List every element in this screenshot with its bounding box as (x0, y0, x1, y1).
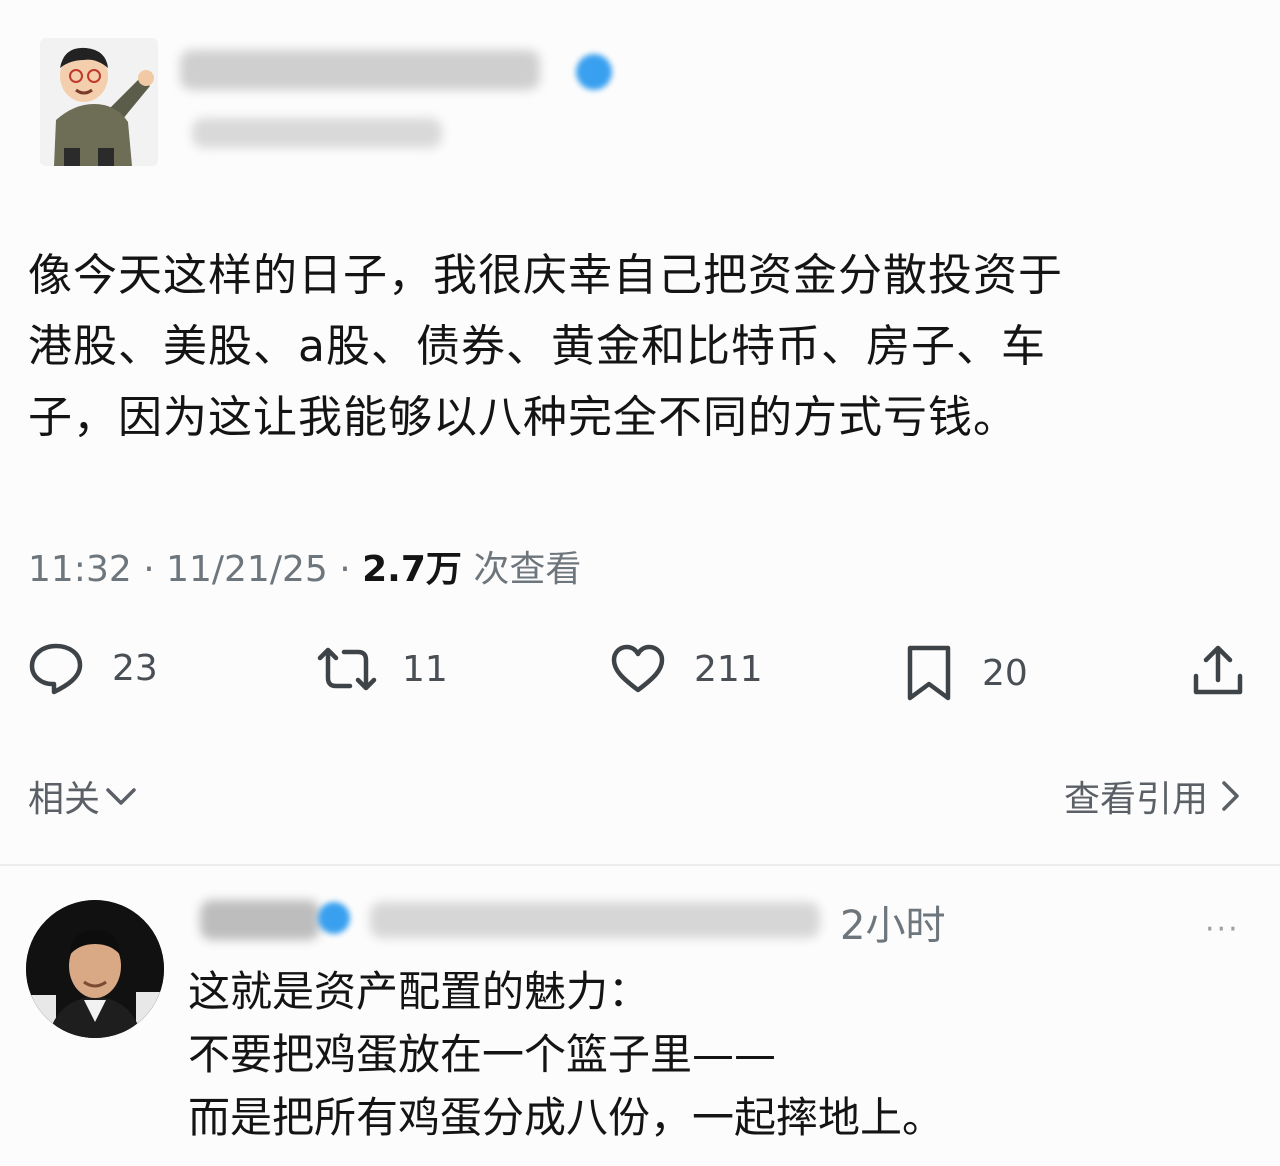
retweet-action[interactable]: 11 (316, 644, 448, 694)
view-quotes-link[interactable]: 查看引用 (1064, 770, 1242, 822)
section-divider (0, 864, 1280, 866)
tweet-text: 像今天这样的日子，我很庆幸自己把资金分散投资于 港股、美股、a股、债券、黄金和比… (28, 250, 1063, 443)
related-label: 相关 (28, 779, 101, 820)
bookmark-count: 20 (982, 652, 1028, 694)
author-avatar[interactable] (40, 38, 158, 166)
heart-icon (611, 644, 665, 693)
reply-verified-badge-icon (318, 902, 350, 934)
reply-count: 23 (112, 647, 158, 689)
retweet-icon (317, 647, 377, 691)
view-count-label: 次查看 (461, 549, 582, 590)
reply-text: 这就是资产配置的魅力： 不要把鸡蛋放在一个篮子里—— 而是把所有鸡蛋分成八份，一… (188, 967, 945, 1142)
like-count: 211 (694, 648, 763, 690)
retweet-count: 11 (402, 648, 448, 690)
reply-action[interactable]: 23 (28, 640, 158, 696)
verified-badge-icon (576, 54, 612, 90)
chevron-right-icon (1222, 781, 1239, 811)
bookmark-icon (907, 645, 951, 701)
cartoon-avatar-icon (40, 38, 158, 166)
view-quotes-label: 查看引用 (1063, 779, 1208, 820)
reply-author-name-redacted (200, 900, 320, 940)
chevron-down-icon (106, 788, 136, 805)
share-action[interactable] (1192, 644, 1244, 698)
like-action[interactable]: 211 (610, 644, 763, 694)
reply-author-handle-redacted (370, 902, 820, 938)
tweet-timestamp: 11:32 · 11/21/25 · (28, 549, 363, 590)
tweet-meta: 11:32 · 11/21/25 · 2.7万 次查看 (28, 540, 581, 592)
reply-timestamp: 2小时 (840, 903, 946, 949)
share-icon (1193, 645, 1243, 695)
more-options-icon[interactable]: ··· (1205, 912, 1240, 947)
reply-icon (29, 643, 83, 695)
view-count: 2.7万 (362, 549, 462, 590)
author-name-redacted (180, 50, 540, 90)
bookmark-action[interactable]: 20 (904, 644, 1028, 702)
author-handle-redacted (192, 118, 442, 148)
reply-author-avatar[interactable] (26, 900, 164, 1038)
related-dropdown[interactable]: 相关 (28, 770, 138, 822)
person-avatar-icon (26, 900, 164, 1038)
